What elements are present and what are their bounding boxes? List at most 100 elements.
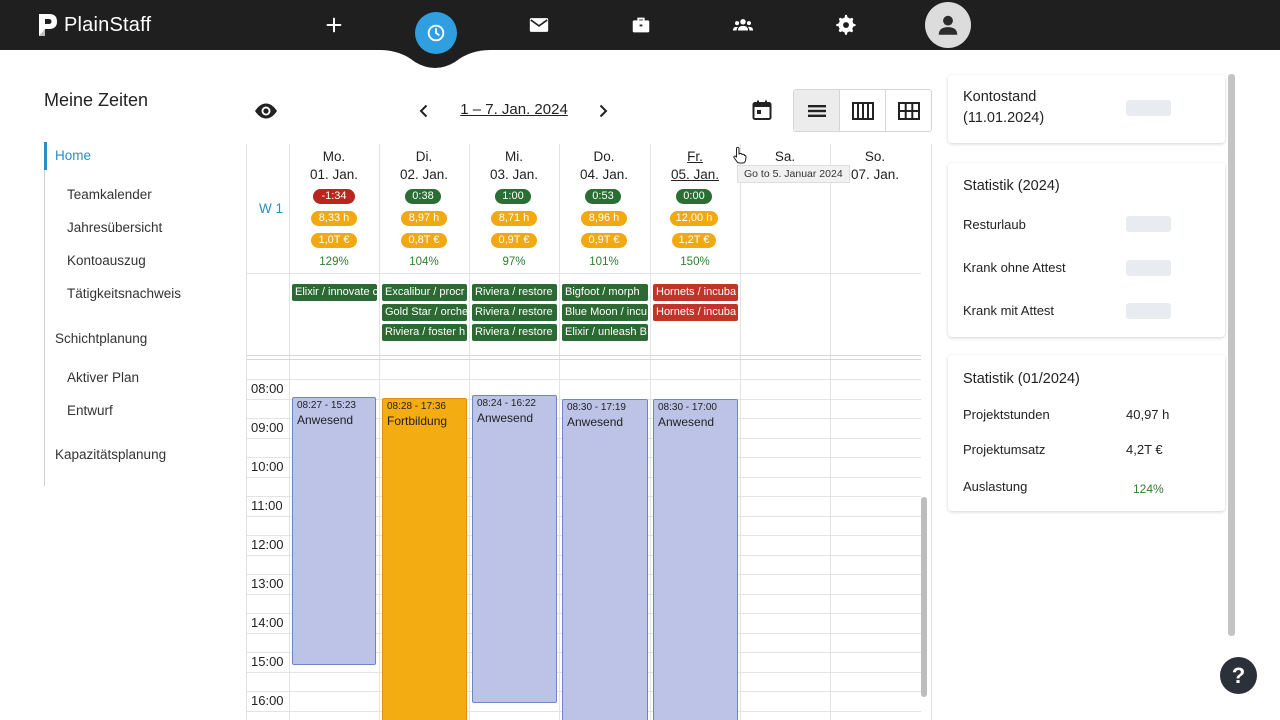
day-header-sa[interactable]: Sa. xyxy=(740,148,830,166)
hours-badge: 8,33 h xyxy=(311,211,357,226)
sidebar-item-kontoauszug[interactable]: Kontoauszug xyxy=(67,253,146,268)
project-chip[interactable]: Elixir / innovate c xyxy=(292,284,377,301)
project-chip[interactable]: Riviera / restore xyxy=(472,304,557,321)
event-title: Anwesend xyxy=(658,415,715,429)
app-logo[interactable]: PlainStaff xyxy=(36,10,151,40)
grid-line xyxy=(247,355,921,356)
event-time: 08:28 - 17:36 xyxy=(387,401,446,412)
event-time: 08:30 - 17:19 xyxy=(567,402,626,413)
project-chip[interactable]: Hornets / incuba xyxy=(653,284,738,301)
day-header-do[interactable]: Do. 04. Jan. xyxy=(559,148,649,184)
utilization-percent: 97% xyxy=(502,256,526,268)
project-chip[interactable]: Bigfoot / morph xyxy=(562,284,648,301)
time-label: 08:00 xyxy=(251,381,284,396)
help-button[interactable]: ? xyxy=(1220,657,1257,694)
loading-placeholder xyxy=(1126,216,1171,232)
time-entry-event[interactable]: 08:27 - 15:23 Anwesend xyxy=(292,397,376,665)
app-name: PlainStaff xyxy=(64,13,152,36)
time-label: 15:00 xyxy=(251,654,284,669)
team-icon[interactable] xyxy=(727,10,759,40)
view-switcher xyxy=(793,89,932,132)
day-name: Fr. xyxy=(687,149,703,164)
stat-value: 4,2T € xyxy=(1126,442,1163,457)
day-name: Mo. xyxy=(322,149,346,164)
loading-placeholder xyxy=(1126,260,1171,276)
day-header-mi[interactable]: Mi. 03. Jan. xyxy=(469,148,559,184)
project-chip[interactable]: Elixir / unleash B xyxy=(562,324,648,341)
statistics-year-title: Statistik (2024) xyxy=(963,178,1060,194)
eye-icon[interactable] xyxy=(254,99,278,123)
clock-icon[interactable] xyxy=(415,12,457,54)
hours-badge: 8,97 h xyxy=(401,211,447,226)
project-chip[interactable]: Excalibur / procr xyxy=(382,284,467,301)
stat-label: Krank ohne Attest xyxy=(963,260,1066,275)
sidebar-item-home[interactable]: Home xyxy=(55,148,91,163)
statistics-month-title: Statistik (01/2024) xyxy=(963,371,1080,387)
plainstaff-logo-icon xyxy=(39,14,57,36)
balance-badge: 1:00 xyxy=(495,189,531,204)
sidebar-navigation: Home Teamkalender Jahresübersicht Kontoa… xyxy=(44,142,234,486)
sidebar-item-taetigkeitsnachweis[interactable]: Tätigkeitsnachweis xyxy=(67,286,181,301)
list-view-button[interactable] xyxy=(794,90,839,131)
month-view-button[interactable] xyxy=(885,90,931,131)
project-chip[interactable]: Gold Star / orche xyxy=(382,304,467,321)
statistics-year-card: Statistik (2024) Resturlaub Krank ohne A… xyxy=(948,163,1225,337)
sidebar-active-indicator xyxy=(44,142,47,170)
project-chip[interactable]: Riviera / restore xyxy=(472,324,557,341)
project-chip[interactable]: Riviera / foster h xyxy=(382,324,467,341)
grid-line xyxy=(247,273,921,274)
statistics-month-card: Statistik (01/2024) Projektstunden 40,97… xyxy=(948,355,1225,511)
sidebar-item-aktiver-plan[interactable]: Aktiver Plan xyxy=(67,370,139,385)
time-entry-event[interactable]: 08:30 - 17:19 Anwesend xyxy=(562,399,648,720)
utilization-percent: 129% xyxy=(319,256,349,268)
sidebar-item-schichtplanung[interactable]: Schichtplanung xyxy=(55,331,147,346)
stat-label: Projektumsatz xyxy=(963,442,1046,457)
week-number[interactable]: W 1 xyxy=(259,201,283,216)
calendar-scrollbar[interactable] xyxy=(921,497,927,697)
gear-icon[interactable] xyxy=(830,10,862,40)
revenue-badge: 1,0T € xyxy=(311,233,357,248)
sidebar-item-entwurf[interactable]: Entwurf xyxy=(67,403,113,418)
stat-value: 40,97 h xyxy=(1126,407,1170,422)
list-view-icon xyxy=(807,104,826,117)
next-week-button[interactable] xyxy=(593,100,613,122)
hours-badge: 8,71 h xyxy=(491,211,537,226)
chevron-right-icon xyxy=(599,104,608,118)
page-title: Meine Zeiten xyxy=(44,90,149,110)
previous-week-button[interactable] xyxy=(414,100,434,122)
project-chip[interactable]: Riviera / restore xyxy=(472,284,557,301)
project-chip[interactable]: Hornets / incuba xyxy=(653,304,738,321)
calendar-icon[interactable] xyxy=(750,98,774,122)
time-label: 09:00 xyxy=(251,420,284,435)
hours-badge: 12,00 h xyxy=(670,211,718,226)
time-entry-event[interactable]: 08:28 - 17:36 Fortbildung xyxy=(382,398,467,720)
balance-badge: -1:34 xyxy=(313,189,355,204)
time-label: 12:00 xyxy=(251,537,284,552)
account-balance-card: Kontostand (11.01.2024) xyxy=(948,75,1225,143)
avatar-icon[interactable] xyxy=(925,2,971,48)
sidebar-item-jahresuebersicht[interactable]: Jahresübersicht xyxy=(67,220,162,235)
stat-label: Projektstunden xyxy=(963,407,1050,422)
date-range-link[interactable]: 1 – 7. Jan. 2024 xyxy=(460,101,568,118)
mail-icon[interactable] xyxy=(523,10,555,40)
day-header-fr[interactable]: Fr. 05. Jan. xyxy=(650,148,740,184)
loading-placeholder xyxy=(1126,303,1171,319)
project-chip[interactable]: Blue Moon / incu xyxy=(562,304,648,321)
event-title: Fortbildung xyxy=(387,414,448,428)
utilization-percent: 150% xyxy=(680,256,710,268)
briefcase-icon[interactable] xyxy=(625,10,657,40)
panel-scrollbar[interactable] xyxy=(1228,74,1235,636)
day-header-di[interactable]: Di. 02. Jan. xyxy=(379,148,469,184)
day-date: 03. Jan. xyxy=(489,167,539,182)
top-navigation-bar: PlainStaff xyxy=(0,0,1280,68)
day-header-mo[interactable]: Mo. 01. Jan. xyxy=(289,148,379,184)
week-view-icon xyxy=(851,101,874,120)
time-entry-event[interactable]: 08:30 - 17:00 Anwesend xyxy=(653,399,738,720)
time-entry-event[interactable]: 08:24 - 16:22 Anwesend xyxy=(472,395,557,703)
week-view-button[interactable] xyxy=(839,90,885,131)
utilization-percent: 104% xyxy=(409,256,439,268)
sidebar-item-kapazitaetsplanung[interactable]: Kapazitätsplanung xyxy=(55,447,166,462)
sidebar-item-teamkalender[interactable]: Teamkalender xyxy=(67,187,152,202)
add-icon[interactable] xyxy=(318,10,350,40)
stat-label: Auslastung xyxy=(963,479,1028,494)
